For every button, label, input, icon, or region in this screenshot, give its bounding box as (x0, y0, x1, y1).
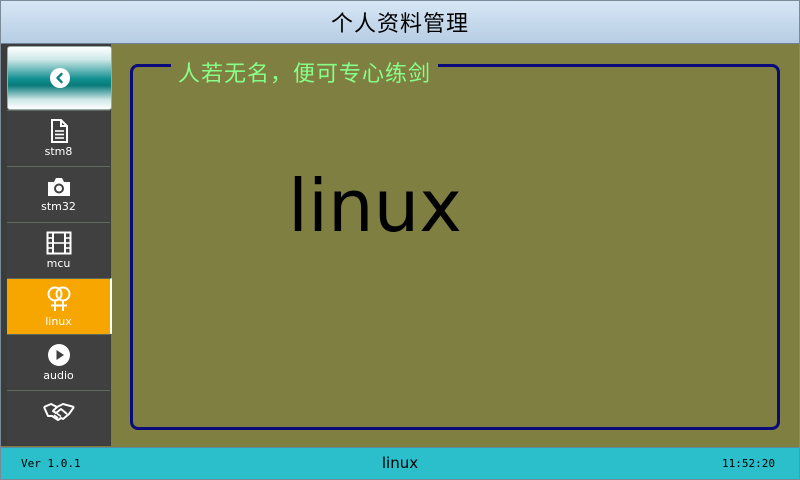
app-window: 个人资料管理 stm8 stm32 mcu linux audio 人若无名，便… (0, 0, 800, 480)
content-text: linux (288, 164, 462, 248)
sidebar-item-label: mcu (46, 257, 71, 270)
sidebar-item-label: stm8 (44, 145, 73, 158)
sidebar-item-stm32[interactable]: stm32 (7, 166, 110, 222)
title-bar: 个人资料管理 (1, 1, 799, 44)
document-icon (48, 119, 70, 143)
sidebar-item-label: stm32 (41, 200, 76, 213)
current-page-label: linux (381, 454, 419, 472)
sidebar-item-label: linux (45, 315, 72, 328)
sidebar-item-audio[interactable]: audio (7, 334, 110, 390)
sidebar-item-label: audio (43, 369, 74, 382)
back-button[interactable] (7, 46, 112, 110)
sidebar: stm8 stm32 mcu linux audio (1, 44, 112, 446)
camera-icon (46, 176, 72, 198)
play-circle-icon (47, 343, 71, 367)
status-bar: Ver 1.0.1 linux 11:52:20 (1, 447, 799, 479)
sidebar-item-linux[interactable]: linux (7, 278, 112, 334)
sidebar-item-mcu[interactable]: mcu (7, 222, 110, 278)
chevron-left-circle-icon (49, 68, 70, 88)
film-icon (46, 231, 72, 255)
gender-couple-icon (45, 285, 73, 313)
window-title: 个人资料管理 (330, 12, 469, 37)
handshake-icon (42, 401, 75, 423)
sidebar-item-handshake[interactable] (7, 390, 110, 445)
sidebar-item-stm8[interactable]: stm8 (7, 110, 110, 166)
clock: 11:52:20 (722, 457, 775, 470)
frame-title: 人若无名，便可专心练剑 (171, 56, 439, 88)
